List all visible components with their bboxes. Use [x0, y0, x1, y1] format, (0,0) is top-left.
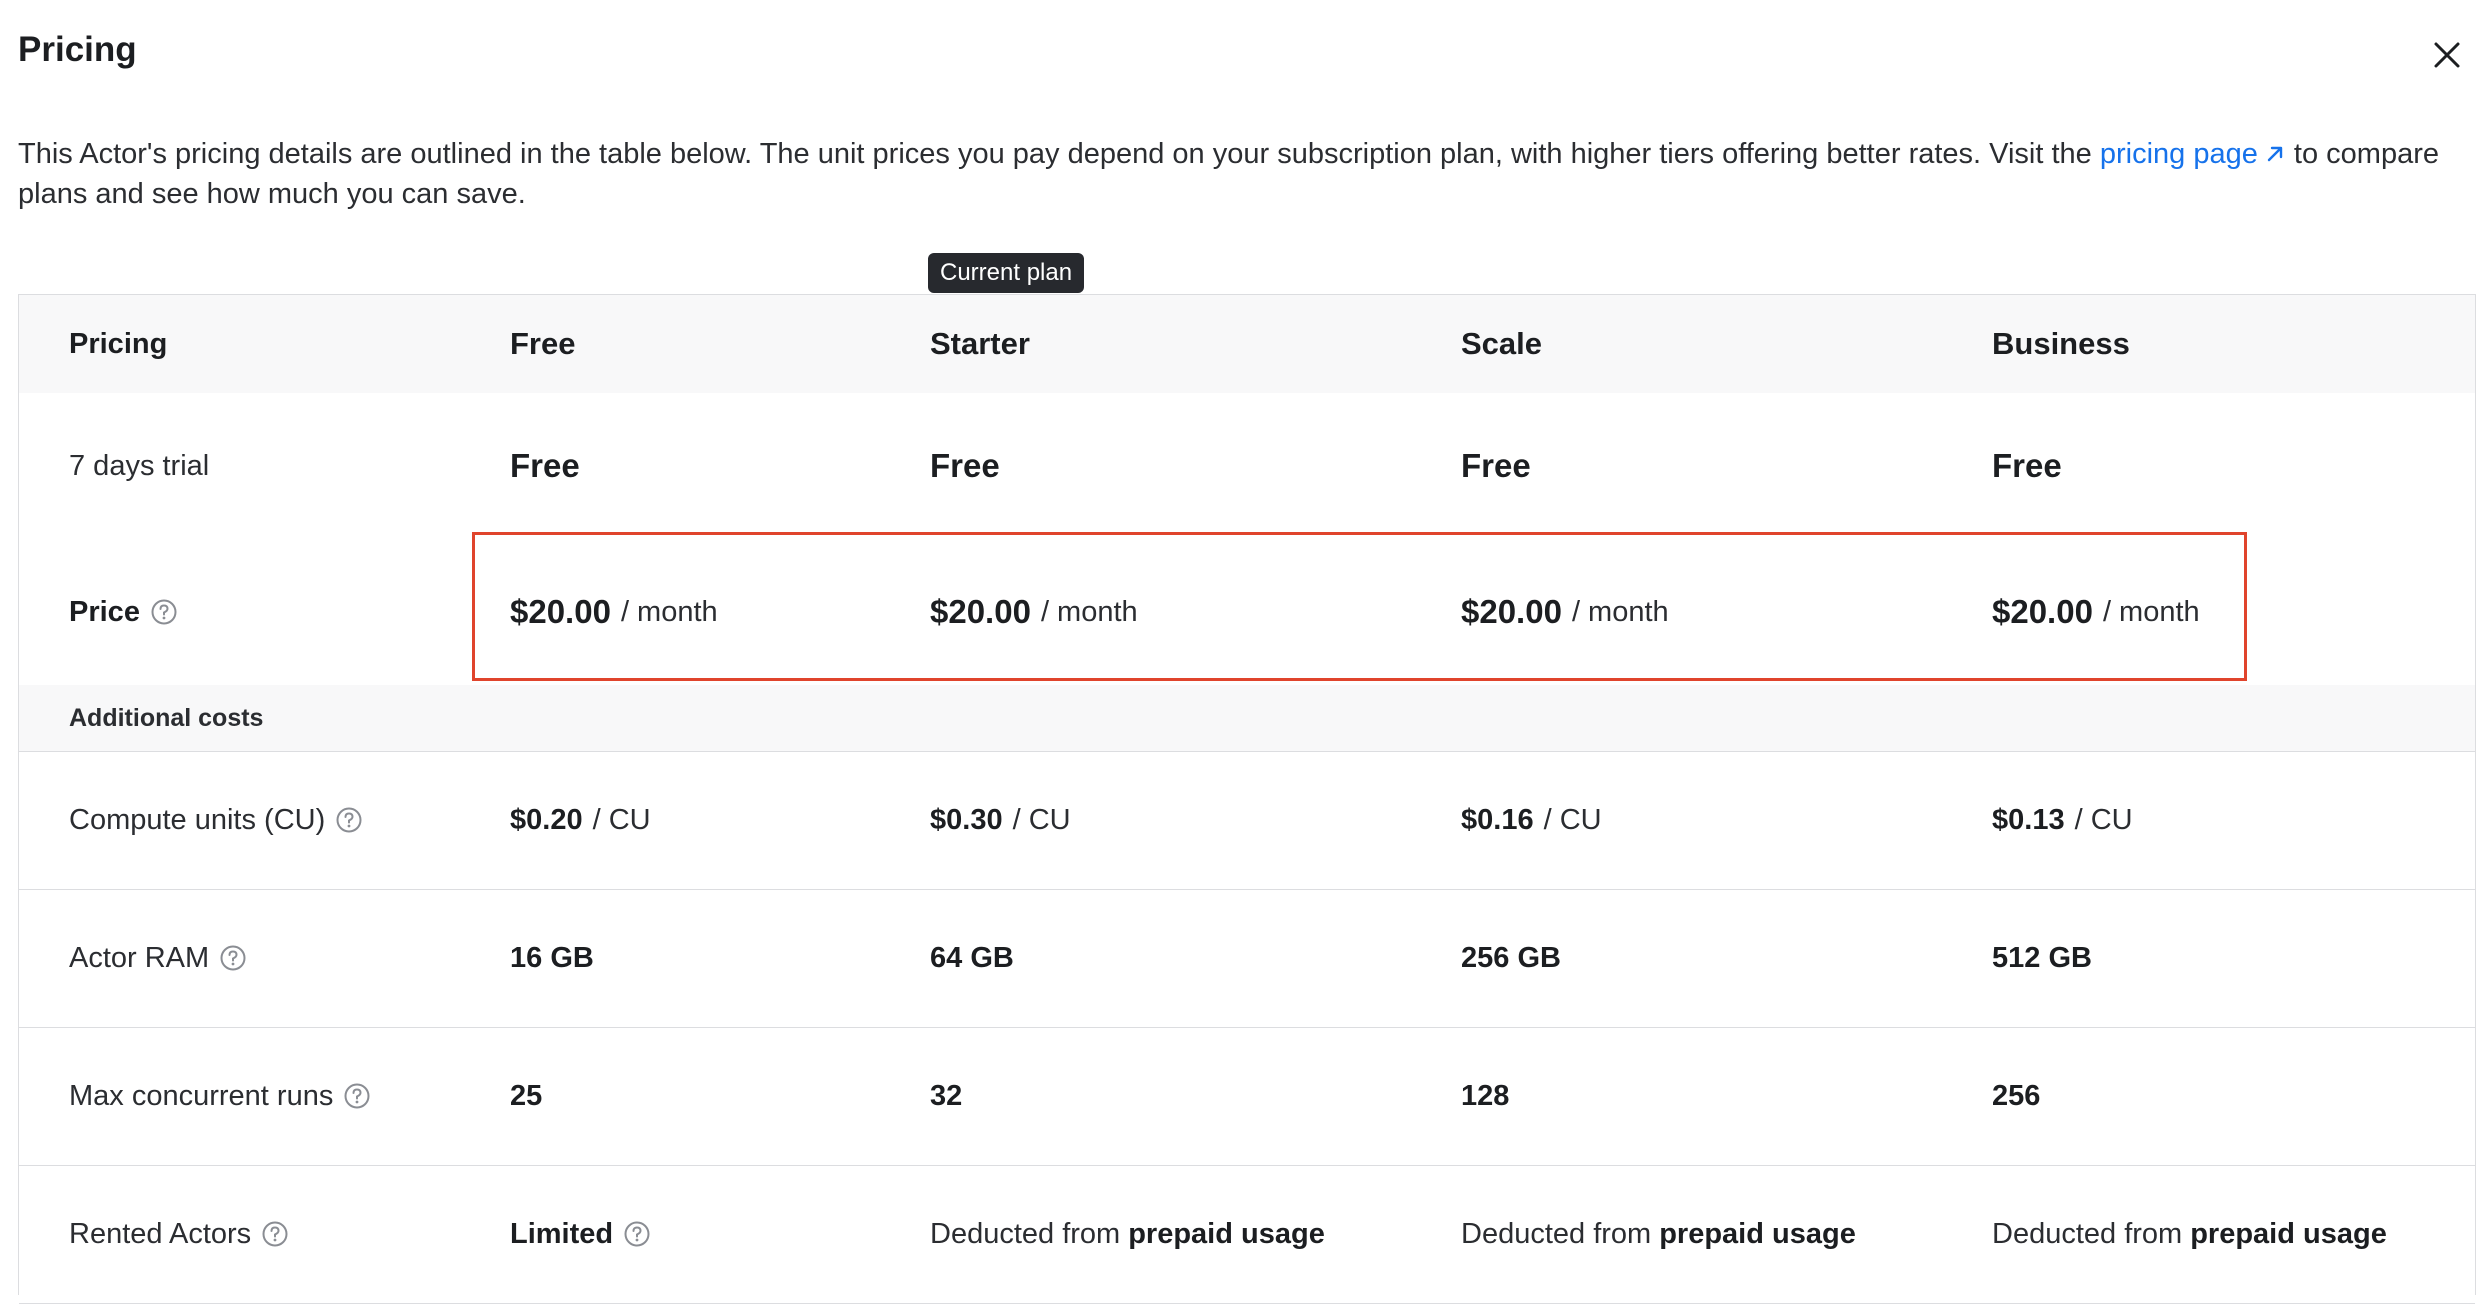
runs-help-icon[interactable]	[343, 1082, 371, 1110]
table-row-trial: 7 days trial Free Free Free Free	[19, 393, 2475, 540]
intro-text: This Actor's pricing details are outline…	[18, 138, 2092, 170]
cu-label-cell: Compute units (CU)	[69, 751, 363, 889]
rented-help-icon[interactable]	[261, 1220, 289, 1248]
dialog-title: Pricing	[18, 30, 137, 69]
price-amount-starter: $20.00	[930, 593, 1031, 630]
table-header-row: Pricing Free Starter Scale Business	[19, 295, 2475, 394]
price-amount-business: $20.00	[1992, 593, 2093, 630]
price-label: Price	[69, 595, 140, 628]
price-scale: $20.00 / month	[1461, 539, 1669, 685]
cu-free: $0.20 / CU	[510, 751, 651, 889]
runs-free: 25	[510, 1079, 543, 1112]
rented-business: Deducted from prepaid usage	[1992, 1165, 2387, 1303]
rented-starter-strong: prepaid usage	[1128, 1217, 1325, 1250]
ram-help-icon[interactable]	[219, 944, 247, 972]
price-business: $20.00 / month	[1992, 539, 2200, 685]
rented-scale: Deducted from prepaid usage	[1461, 1165, 1856, 1303]
external-arrow-icon	[2267, 146, 2283, 162]
intro-paragraph: This Actor's pricing details are outline…	[18, 134, 2458, 214]
runs-business: 256	[1992, 1079, 2041, 1112]
cu-scale: $0.16 / CU	[1461, 751, 1602, 889]
close-button[interactable]	[2422, 30, 2472, 80]
runs-label: Max concurrent runs	[69, 1079, 334, 1112]
table-row-rented-actors: Rented Actors Limited Deducted from prepa…	[19, 1165, 2475, 1304]
price-amount-free: $20.00	[510, 593, 611, 630]
table-row-price: Price $20.00 / month $20.00 / month $20.00…	[19, 539, 2475, 686]
rented-scale-prefix: Deducted from	[1461, 1217, 1652, 1250]
header-pricing: Pricing	[69, 327, 168, 360]
runs-scale: 128	[1461, 1079, 1510, 1112]
cu-starter: $0.30 / CU	[930, 751, 1071, 889]
price-label-cell: Price	[69, 539, 178, 685]
price-amount-scale: $20.00	[1461, 593, 1562, 630]
ram-label-cell: Actor RAM	[69, 889, 247, 1027]
cu-amount-free: $0.20	[510, 803, 583, 836]
price-unit-business: / month	[2102, 595, 2200, 628]
table-row-max-runs: Max concurrent runs 25 32 128 256	[19, 1027, 2475, 1166]
header-free: Free	[510, 326, 576, 361]
cu-amount-business: $0.13	[1992, 803, 2065, 836]
table-row-actor-ram: Actor RAM 16 GB 64 GB 256 GB 512 GB	[19, 889, 2475, 1028]
ram-free: 16 GB	[510, 941, 594, 974]
pricing-page-link[interactable]: pricing page	[2100, 138, 2286, 170]
trial-value-business: Free	[1992, 447, 2062, 484]
trial-value-starter: Free	[930, 447, 1000, 484]
rented-starter-prefix: Deducted from	[930, 1217, 1121, 1250]
trial-label: 7 days trial	[69, 449, 210, 482]
rented-starter: Deducted from prepaid usage	[930, 1165, 1325, 1303]
cu-unit-scale: / CU	[1543, 803, 1602, 836]
rented-free: Limited	[510, 1165, 651, 1303]
cu-unit-business: / CU	[2074, 803, 2133, 836]
price-unit-scale: / month	[1571, 595, 1669, 628]
cu-amount-scale: $0.16	[1461, 803, 1534, 836]
cu-business: $0.13 / CU	[1992, 751, 2133, 889]
price-free: $20.00 / month	[510, 539, 718, 685]
rented-business-strong: prepaid usage	[2190, 1217, 2387, 1250]
ram-starter: 64 GB	[930, 941, 1014, 974]
rented-free-value: Limited	[510, 1217, 614, 1250]
header-starter: Starter	[930, 326, 1030, 361]
cu-amount-starter: $0.30	[930, 803, 1003, 836]
rented-label-cell: Rented Actors	[69, 1165, 289, 1303]
runs-label-cell: Max concurrent runs	[69, 1027, 371, 1165]
additional-costs-label: Additional costs	[69, 703, 264, 732]
table-row-compute-units: Compute units (CU) $0.20 / CU $0.30 / CU $…	[19, 751, 2475, 890]
price-starter: $20.00 / month	[930, 539, 1138, 685]
pricing-table: Pricing Free Starter Scale Business 7 da…	[18, 294, 2476, 1304]
additional-costs-row: Additional costs	[19, 685, 2475, 752]
ram-label: Actor RAM	[69, 941, 210, 974]
cu-unit-starter: / CU	[1012, 803, 1071, 836]
ram-scale: 256 GB	[1461, 941, 1561, 974]
pricing-page-link-label: pricing page	[2099, 138, 2258, 170]
current-plan-badge: Current plan	[928, 253, 1085, 293]
trial-value-scale: Free	[1461, 447, 1531, 484]
cu-unit-free: / CU	[592, 803, 651, 836]
rented-label: Rented Actors	[69, 1217, 252, 1250]
price-unit-starter: / month	[1040, 595, 1138, 628]
price-unit-free: / month	[620, 595, 718, 628]
cu-label: Compute units (CU)	[69, 803, 326, 836]
header-scale: Scale	[1461, 326, 1543, 361]
close-icon	[2434, 42, 2460, 68]
trial-value-free: Free	[510, 447, 580, 484]
header-business: Business	[1992, 326, 2130, 361]
runs-starter: 32	[930, 1079, 963, 1112]
price-help-icon[interactable]	[150, 598, 178, 626]
rented-free-help-icon[interactable]	[623, 1220, 651, 1248]
rented-scale-strong: prepaid usage	[1659, 1217, 1856, 1250]
rented-business-prefix: Deducted from	[1992, 1217, 2183, 1250]
ram-business: 512 GB	[1992, 941, 2092, 974]
cu-help-icon[interactable]	[335, 806, 363, 834]
